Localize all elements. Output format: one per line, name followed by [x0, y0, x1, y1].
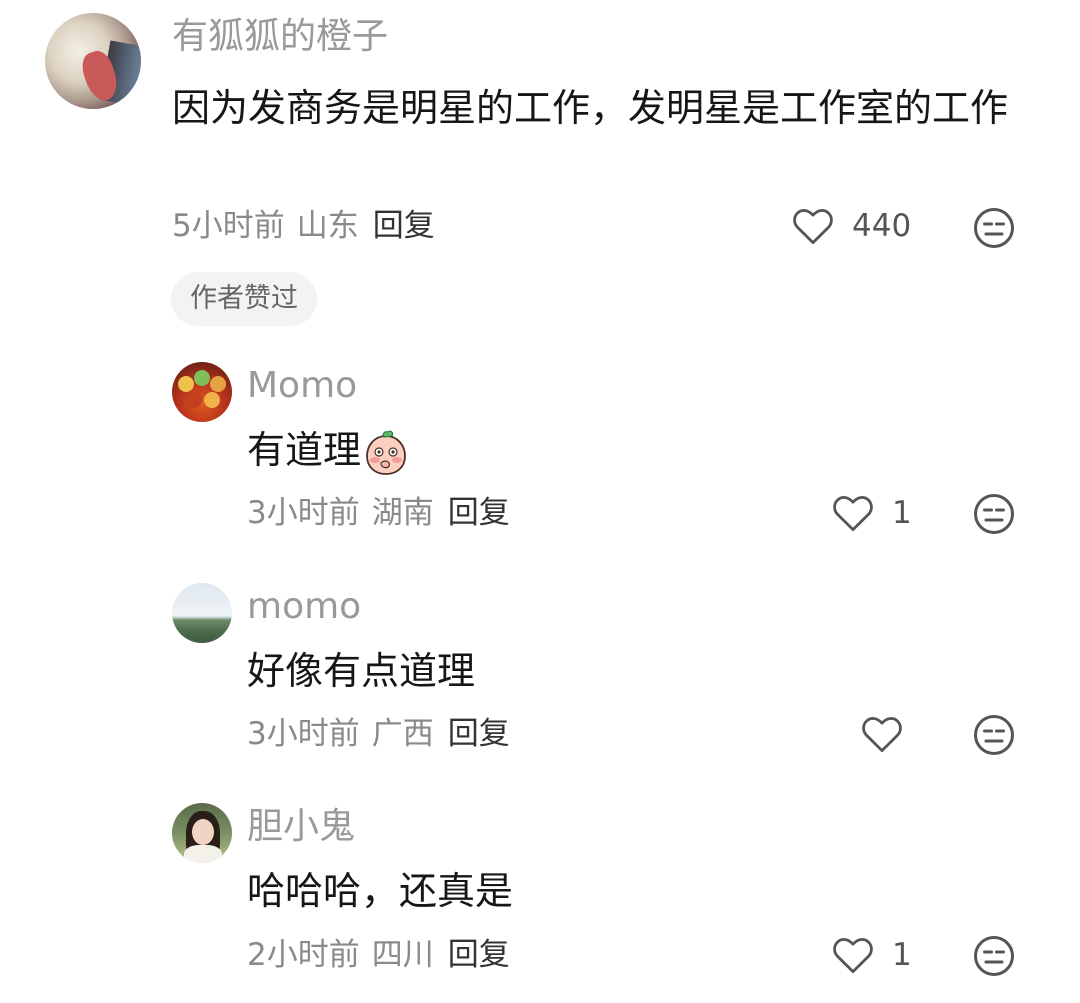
author-liked-badge: 作者赞过: [171, 272, 317, 326]
reply-button[interactable]: 回复: [373, 208, 435, 244]
like-count: 1: [892, 937, 912, 973]
heart-outline-icon: [833, 938, 873, 974]
avatar[interactable]: [172, 583, 232, 643]
comment-location: 山东: [296, 208, 359, 244]
peach-blush-emoji: [366, 430, 406, 475]
like-button[interactable]: [861, 714, 903, 754]
comment-meta: 2小时前 四川 回复: [247, 935, 522, 975]
like-count: 440: [852, 208, 912, 244]
meh-face-icon[interactable]: [973, 935, 1015, 977]
comment-username[interactable]: momo: [247, 585, 361, 629]
avatar[interactable]: [172, 362, 232, 422]
comment-time: 5小时前: [172, 208, 285, 244]
reply-button[interactable]: 回复: [448, 495, 510, 531]
comment-text: 哈哈哈，还真是: [247, 869, 514, 913]
heart-outline-icon: [793, 209, 833, 245]
meh-face-icon[interactable]: [973, 714, 1015, 756]
comment-location: 四川: [371, 937, 434, 973]
comment-meta: 3小时前 湖南 回复: [247, 493, 522, 533]
comment-time: 3小时前: [247, 716, 360, 752]
comment-location: 广西: [371, 716, 434, 752]
heart-outline-icon: [833, 496, 873, 532]
comment-text: 好像有点道理: [247, 649, 476, 693]
like-button[interactable]: 1: [832, 493, 912, 533]
comment-location: 湖南: [371, 495, 434, 531]
comment-text-row: 有道理: [247, 422, 409, 478]
comment-meta: 5小时前 山东 回复: [172, 206, 447, 246]
comment-username[interactable]: 有狐狐的橙子: [172, 15, 388, 59]
like-button[interactable]: 440: [792, 206, 911, 246]
like-button[interactable]: 1: [832, 935, 912, 975]
comment-time: 3小时前: [247, 495, 360, 531]
comment-username[interactable]: 胆小鬼: [247, 805, 355, 849]
comment-username[interactable]: Momo: [247, 364, 357, 408]
heart-outline-icon: [862, 717, 902, 753]
reply-button[interactable]: 回复: [448, 716, 510, 752]
comment-meta: 3小时前 广西 回复: [247, 714, 522, 754]
comment-text: 因为发商务是明星的工作，发明星是工作室的工作: [172, 86, 1009, 130]
reply-button[interactable]: 回复: [448, 937, 510, 973]
avatar[interactable]: [45, 13, 141, 109]
comment-time: 2小时前: [247, 937, 360, 973]
meh-face-icon[interactable]: [973, 493, 1015, 535]
comment-text: 有道理: [247, 428, 362, 472]
meh-face-icon[interactable]: [973, 207, 1015, 249]
avatar[interactable]: [172, 803, 232, 863]
like-count: 1: [892, 495, 912, 531]
